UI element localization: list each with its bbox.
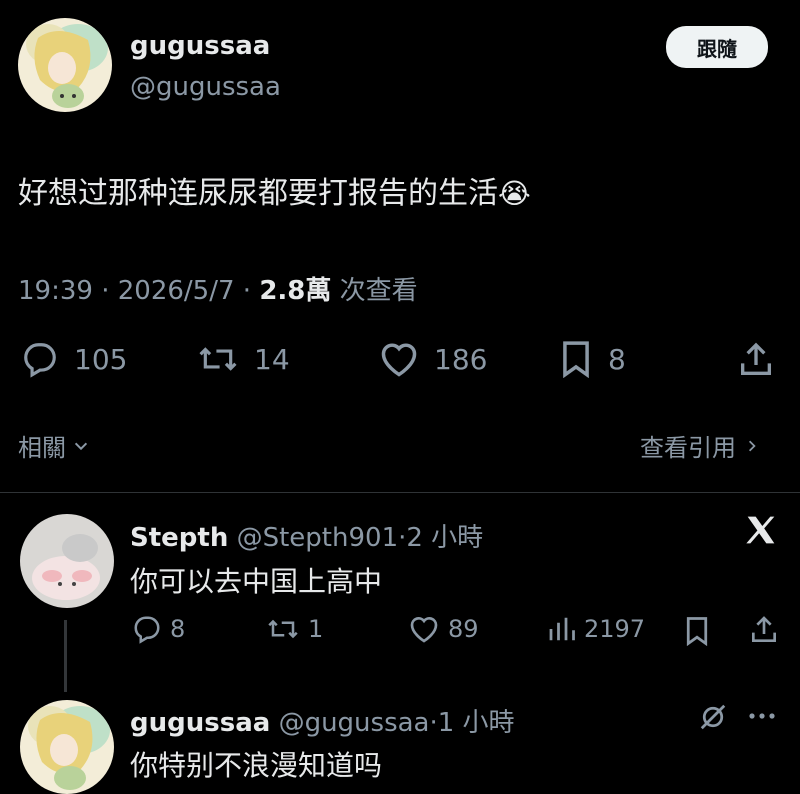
like-action[interactable]: 89 xyxy=(408,614,479,644)
reply-count: 8 xyxy=(170,615,186,643)
like-action[interactable]: 186 xyxy=(378,340,487,378)
user-handle[interactable]: @gugussaa xyxy=(130,72,281,102)
avatar[interactable] xyxy=(20,700,114,794)
repost-icon xyxy=(196,340,240,378)
divider xyxy=(0,492,800,493)
comment-icon xyxy=(20,340,60,378)
follow-button[interactable]: 跟隨 xyxy=(666,26,768,68)
view-quotes-link[interactable]: 查看引用 xyxy=(640,428,760,463)
grok-icon[interactable] xyxy=(698,702,728,732)
post-time[interactable]: 19:39 xyxy=(18,276,93,306)
reply-header: Stepth @Stepth901·2 小時 xyxy=(130,517,483,554)
repost-count: 14 xyxy=(254,342,290,376)
repost-count: 1 xyxy=(308,615,324,643)
post-text: 好想过那种连尿尿都要打报告的生活😭 xyxy=(18,168,531,212)
reply-time[interactable]: 1 小時 xyxy=(438,708,515,738)
display-name[interactable]: gugussaa xyxy=(130,31,270,61)
related-link[interactable]: 相關 xyxy=(18,428,90,463)
reply-text: 你可以去中国上高中 xyxy=(130,565,383,598)
views-label: 次查看 xyxy=(339,276,418,306)
view-quotes-label: 查看引用 xyxy=(640,434,736,462)
heart-icon xyxy=(408,614,440,644)
reply-action[interactable]: 105 xyxy=(20,340,127,378)
crying-emoji: 😭 xyxy=(498,177,531,210)
like-count: 186 xyxy=(434,342,488,376)
repost-action[interactable]: 14 xyxy=(196,340,290,378)
bookmark-icon xyxy=(558,340,594,378)
user-handle[interactable]: @gugussaa xyxy=(279,708,430,738)
reply-action[interactable]: 8 xyxy=(132,614,185,644)
bookmark-icon[interactable] xyxy=(684,616,710,646)
post-date[interactable]: 2026/5/7 xyxy=(118,276,235,306)
repost-action[interactable]: 1 xyxy=(266,614,323,644)
views-action[interactable]: 2197 xyxy=(546,614,645,644)
related-label: 相關 xyxy=(18,434,66,462)
post-text-content: 好想过那种连尿尿都要打报告的生活 xyxy=(18,176,498,211)
reply-header: gugussaa @gugussaa·1 小時 xyxy=(130,702,515,739)
bookmark-count: 8 xyxy=(608,342,626,376)
user-handle[interactable]: @Stepth901 xyxy=(237,523,399,553)
post-meta: 19:39 · 2026/5/7 · 2.8萬 次查看 xyxy=(18,270,418,307)
thread-line xyxy=(64,620,67,692)
heart-icon xyxy=(378,340,420,378)
share-icon[interactable] xyxy=(736,340,776,380)
reply-count: 105 xyxy=(74,342,128,376)
analytics-icon xyxy=(546,614,576,644)
display-name[interactable]: Stepth xyxy=(130,523,228,553)
comment-icon xyxy=(132,614,162,644)
display-name[interactable]: gugussaa xyxy=(130,708,270,738)
more-icon[interactable] xyxy=(748,706,776,726)
meta-separator: · xyxy=(101,276,110,306)
x-logo-icon[interactable] xyxy=(744,514,778,546)
reply-time[interactable]: 2 小時 xyxy=(406,523,483,553)
reply-text: 你特别不浪漫知道吗 xyxy=(130,749,383,782)
chevron-down-icon xyxy=(72,437,90,455)
like-count: 89 xyxy=(448,615,479,643)
meta-separator: · xyxy=(429,708,438,738)
views-count: 2.8萬 xyxy=(259,276,332,306)
avatar[interactable] xyxy=(20,514,114,608)
meta-separator: · xyxy=(242,276,252,306)
chevron-right-icon xyxy=(744,437,760,455)
repost-icon xyxy=(266,614,300,644)
views-count: 2197 xyxy=(584,615,646,643)
bookmark-action[interactable]: 8 xyxy=(558,340,626,378)
share-icon[interactable] xyxy=(748,614,780,646)
avatar[interactable] xyxy=(18,18,112,112)
